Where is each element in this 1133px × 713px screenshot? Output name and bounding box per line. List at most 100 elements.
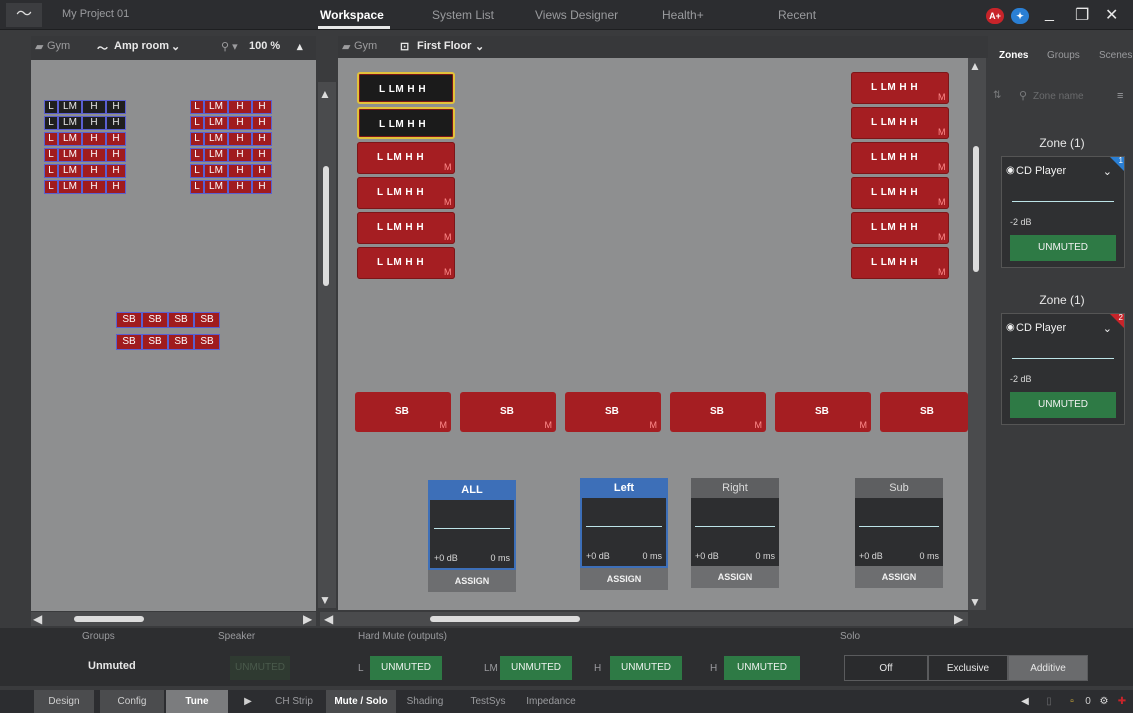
subwoofer-cell[interactable]: SB xyxy=(168,312,194,328)
speaker-cell[interactable]: H xyxy=(82,164,106,178)
speaker-cell[interactable]: H xyxy=(252,100,272,114)
solo-off-button[interactable]: Off xyxy=(844,655,928,681)
tab-ch-strip[interactable]: CH Strip xyxy=(268,690,320,713)
speaker-cell[interactable]: H xyxy=(228,132,252,146)
speaker-block[interactable]: L LM H H M xyxy=(851,177,949,209)
speaker-cell[interactable]: L xyxy=(44,164,58,178)
speaker-cell[interactable]: LM xyxy=(204,100,228,114)
groups-state[interactable]: Unmuted xyxy=(88,660,136,672)
speaker-cell[interactable]: LM xyxy=(204,132,228,146)
source-dropdown[interactable]: CD Player xyxy=(1016,165,1066,177)
subwoofer-cell[interactable]: SB xyxy=(194,334,220,350)
assign-button[interactable]: ASSIGN xyxy=(691,566,779,588)
assign-button[interactable]: ASSIGN xyxy=(428,570,516,592)
tab-system-list[interactable]: System List xyxy=(432,8,494,22)
speaker-cell[interactable]: LM xyxy=(204,116,228,130)
speaker-cell[interactable]: H xyxy=(252,180,272,194)
speaker-cell[interactable]: H xyxy=(252,132,272,146)
speaker-cell[interactable]: H xyxy=(106,164,126,178)
speaker-cell[interactable]: H xyxy=(106,116,126,130)
minimize-button[interactable]: _ xyxy=(1045,5,1054,23)
speaker-block[interactable]: L LM H H M xyxy=(851,72,949,104)
speaker-cell[interactable]: H xyxy=(82,100,106,114)
mode-design[interactable]: Design xyxy=(34,690,94,713)
zoom-icon[interactable]: ⚲ ▾ xyxy=(221,40,238,53)
speaker-cell[interactable]: H xyxy=(228,164,252,178)
scroll-left-icon[interactable]: ◀ xyxy=(324,613,333,625)
speaker-block[interactable]: L LM H H xyxy=(357,72,455,104)
speaker-cell[interactable]: L xyxy=(190,132,204,146)
unmute-lm-button[interactable]: UNMUTED xyxy=(500,656,572,680)
unmute-h2-button[interactable]: UNMUTED xyxy=(724,656,800,680)
solo-exclusive-button[interactable]: Exclusive xyxy=(928,655,1008,681)
scroll-up-icon[interactable]: ▲ xyxy=(969,60,981,72)
mid-hscroll-thumb[interactable] xyxy=(430,616,580,622)
speaker-cell[interactable]: LM xyxy=(58,116,82,130)
speaker-cell[interactable]: H xyxy=(106,100,126,114)
subwoofer-cell[interactable]: SB xyxy=(194,312,220,328)
group-level-area[interactable]: +0 dB 0 ms xyxy=(428,500,516,570)
speaker-cell[interactable]: H xyxy=(228,180,252,194)
speaker-cell[interactable]: L xyxy=(44,116,58,130)
scroll-down-icon[interactable]: ▼ xyxy=(319,594,331,606)
tab-zones[interactable]: Zones xyxy=(999,50,1028,61)
group-level-area[interactable]: +0 dB 0 ms xyxy=(580,498,668,568)
speaker-cell[interactable]: H xyxy=(106,132,126,146)
subwoofer-cell[interactable]: SB xyxy=(116,334,142,350)
tab-mute-solo[interactable]: Mute / Solo xyxy=(326,690,396,713)
zone-search-input[interactable]: Zone name xyxy=(1033,91,1084,102)
speaker-block[interactable]: L LM H H xyxy=(357,107,455,139)
mode-config[interactable]: Config xyxy=(100,690,164,713)
speaker-cell[interactable]: L xyxy=(190,180,204,194)
mid-horizontal-scrollbar[interactable] xyxy=(320,612,968,626)
tab-scenes[interactable]: Scenes xyxy=(1099,50,1132,61)
speaker-cell[interactable]: L xyxy=(44,180,58,194)
speaker-cell[interactable]: LM xyxy=(58,148,82,162)
mid-vscroll-thumb[interactable] xyxy=(973,146,979,272)
group-left[interactable]: Left +0 dB 0 ms ASSIGN xyxy=(580,478,668,590)
subwoofer-cell[interactable]: SB xyxy=(116,312,142,328)
lock-icon[interactable]: ▫ xyxy=(1066,690,1078,713)
source-dropdown[interactable]: CD Player xyxy=(1016,322,1066,334)
speaker-grid-b[interactable]: L LM H H L LM H H L LM H H L LM H H L LM H H L LM H H xyxy=(190,100,272,196)
close-button[interactable]: ✕ xyxy=(1105,5,1118,25)
chevron-down-icon[interactable]: ⌄ xyxy=(475,40,484,53)
tab-workspace[interactable]: Workspace xyxy=(320,8,384,22)
group-all[interactable]: ALL +0 dB 0 ms ASSIGN xyxy=(428,480,516,592)
speaker-cell[interactable]: H xyxy=(82,148,106,162)
subwoofer-block[interactable]: SB M xyxy=(355,392,451,432)
speaker-cell[interactable]: LM xyxy=(58,180,82,194)
speaker-block[interactable]: L LM H H M xyxy=(851,247,949,279)
tab-health[interactable]: Health+ xyxy=(662,8,704,22)
trash-icon[interactable]: ▯ xyxy=(1042,690,1056,713)
maximize-button[interactable]: ❐ xyxy=(1075,5,1089,25)
assign-button[interactable]: ASSIGN xyxy=(580,568,668,590)
subwoofer-block[interactable]: SB M xyxy=(670,392,766,432)
mode-tune[interactable]: Tune xyxy=(166,690,228,713)
network-icon[interactable]: ✦ xyxy=(1011,8,1029,24)
speaker-unmute-button[interactable]: UNMUTED xyxy=(230,656,290,680)
speaker-block[interactable]: L LM H H M xyxy=(357,177,455,209)
unmute-h1-button[interactable]: UNMUTED xyxy=(610,656,682,680)
speaker-cell[interactable]: H xyxy=(228,148,252,162)
speaker-block[interactable]: L LM H H M xyxy=(357,212,455,244)
speaker-grid-a[interactable]: L LM H H L LM H H L LM H H L LM H H L LM H H L LM H H xyxy=(44,100,126,196)
speaker-icon[interactable]: ◀ xyxy=(1018,690,1032,713)
solo-additive-button[interactable]: Additive xyxy=(1008,655,1088,681)
room-dropdown[interactable]: Amp room xyxy=(114,40,169,52)
zone-unmute-button[interactable]: UNMUTED xyxy=(1010,392,1116,418)
tab-views-designer[interactable]: Views Designer xyxy=(535,8,618,22)
zoom-up-icon[interactable]: ▴ xyxy=(297,40,303,53)
speaker-cell[interactable]: L xyxy=(190,148,204,162)
mid-vertical-scrollbar[interactable] xyxy=(968,58,986,610)
scroll-right-icon[interactable]: ▶ xyxy=(303,613,312,625)
scroll-down-icon[interactable]: ▼ xyxy=(969,596,981,608)
group-level-area[interactable]: +0 dB 0 ms xyxy=(691,498,779,566)
speaker-block[interactable]: L LM H H M xyxy=(357,142,455,174)
zone-unmute-button[interactable]: UNMUTED xyxy=(1010,235,1116,261)
subwoofer-cell[interactable]: SB xyxy=(142,312,168,328)
tab-recent[interactable]: Recent xyxy=(778,8,816,22)
speaker-block[interactable]: L LM H H M xyxy=(851,212,949,244)
tab-shading[interactable]: Shading xyxy=(400,690,450,713)
speaker-cell[interactable]: H xyxy=(252,148,272,162)
